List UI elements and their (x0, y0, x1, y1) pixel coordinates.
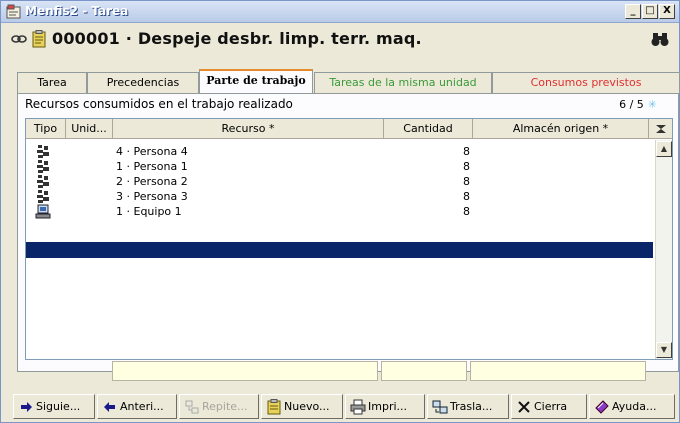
cantidad-cell: 8 (463, 160, 470, 173)
tab-precedencias[interactable]: Precedencias (87, 72, 199, 93)
app-icon (6, 4, 21, 19)
table-row[interactable]: 3 · Persona 3 8 (26, 189, 653, 204)
ayuda-button[interactable]: Ayuda... (589, 394, 675, 419)
record-title: 000001 · Despeje desbr. limp. terr. maq. (52, 29, 422, 48)
col-cantidad[interactable]: Cantidad (384, 119, 473, 138)
cantidad-cell: 8 (463, 145, 470, 158)
record-header: 000001 · Despeje desbr. limp. terr. maq. (11, 29, 671, 52)
total-recurso-field[interactable] (112, 361, 378, 381)
refresh-star-icon[interactable]: ✳ (648, 98, 657, 111)
table-row[interactable]: 2 · Persona 2 8 (26, 174, 653, 189)
trasladar-button[interactable]: Trasla... (427, 394, 509, 419)
table-row[interactable]: 4 · Persona 4 8 (26, 144, 653, 159)
cantidad-cell: 8 (463, 190, 470, 203)
col-tipo[interactable]: Tipo (26, 119, 66, 138)
nuevo-button[interactable]: Nuevo... (261, 394, 343, 419)
document-icon (32, 30, 46, 48)
grid-rows: 4 · Persona 4 8 1 · Persona 1 8 2 · Pers… (26, 144, 653, 219)
persona-icon (36, 189, 50, 204)
imprimir-button[interactable]: Impri... (345, 394, 425, 419)
recurso-cell: 2 · Persona 2 (116, 175, 188, 188)
tab-parte-de-trabajo[interactable]: Parte de trabajo (199, 69, 313, 93)
col-recurso[interactable]: Recurso * (113, 119, 384, 138)
close-button[interactable]: X (659, 4, 675, 19)
repeat-icon (185, 400, 199, 414)
resources-grid: Tipo Unid... Recurso * Cantidad Almacén … (25, 118, 673, 360)
tab-tarea[interactable]: Tarea (17, 72, 87, 93)
siguiente-button[interactable]: Siguie... (13, 394, 95, 419)
cantidad-cell: 8 (463, 205, 470, 218)
recurso-cell: 1 · Equipo 1 (116, 205, 182, 218)
record-counter: 6 / 5 ✳ (619, 98, 657, 111)
persona-icon (36, 144, 50, 159)
scroll-up-icon[interactable]: ▲ (656, 141, 672, 157)
printer-icon (350, 399, 366, 415)
counter-text: 6 / 5 (619, 98, 644, 111)
tab-consumos-previstos[interactable]: Consumos previstos (492, 72, 680, 93)
selected-new-row[interactable] (26, 242, 653, 258)
arrow-right-icon (21, 402, 32, 412)
table-row[interactable]: 1 · Equipo 1 8 (26, 204, 653, 219)
cantidad-cell: 8 (463, 175, 470, 188)
table-row[interactable]: 1 · Persona 1 8 (26, 159, 653, 174)
cierra-button[interactable]: Cierra (511, 394, 587, 419)
vertical-scrollbar[interactable]: ▲ ▼ (655, 140, 672, 359)
grid-header: Tipo Unid... Recurso * Cantidad Almacén … (26, 119, 672, 139)
repite-button[interactable]: Repite... (179, 394, 259, 419)
col-unidad[interactable]: Unid... (66, 119, 113, 138)
recurso-cell: 1 · Persona 1 (116, 160, 188, 173)
total-cantidad-field[interactable] (381, 361, 467, 381)
maximize-button[interactable]: □ (642, 4, 658, 19)
button-bar: Siguie... Anteri... Repite... Nuevo... I… (13, 394, 677, 420)
window-title: Menfis2 - Tarea (25, 4, 129, 18)
arrow-left-icon (104, 402, 115, 412)
new-doc-icon (267, 399, 281, 415)
persona-icon (36, 159, 50, 174)
tab-strip: Tarea Precedencias Parte de trabajo Tare… (17, 69, 680, 93)
col-almacen-origen[interactable]: Almacén origen * (473, 119, 649, 138)
equipo-icon (35, 204, 51, 219)
total-almacen-field[interactable] (470, 361, 646, 381)
binoculars-icon[interactable] (651, 31, 669, 47)
title-bar[interactable]: Menfis2 - Tarea _ □ X (1, 1, 679, 23)
minimize-button[interactable]: _ (625, 4, 641, 19)
tab-tareas-misma-unidad[interactable]: Tareas de la misma unidad (314, 72, 492, 93)
recurso-cell: 3 · Persona 3 (116, 190, 188, 203)
recurso-cell: 4 · Persona 4 (116, 145, 188, 158)
move-icon (432, 400, 448, 414)
column-chooser-icon[interactable] (649, 119, 672, 138)
anterior-button[interactable]: Anteri... (97, 394, 177, 419)
section-title: Recursos consumidos en el trabajo realiz… (25, 97, 293, 111)
persona-icon (36, 174, 50, 189)
link-icon[interactable] (11, 32, 27, 46)
main-window: Menfis2 - Tarea _ □ X 000001 · Despeje d… (0, 0, 680, 423)
close-x-icon (518, 401, 530, 413)
scroll-down-icon[interactable]: ▼ (656, 342, 672, 358)
help-book-icon (595, 400, 609, 414)
